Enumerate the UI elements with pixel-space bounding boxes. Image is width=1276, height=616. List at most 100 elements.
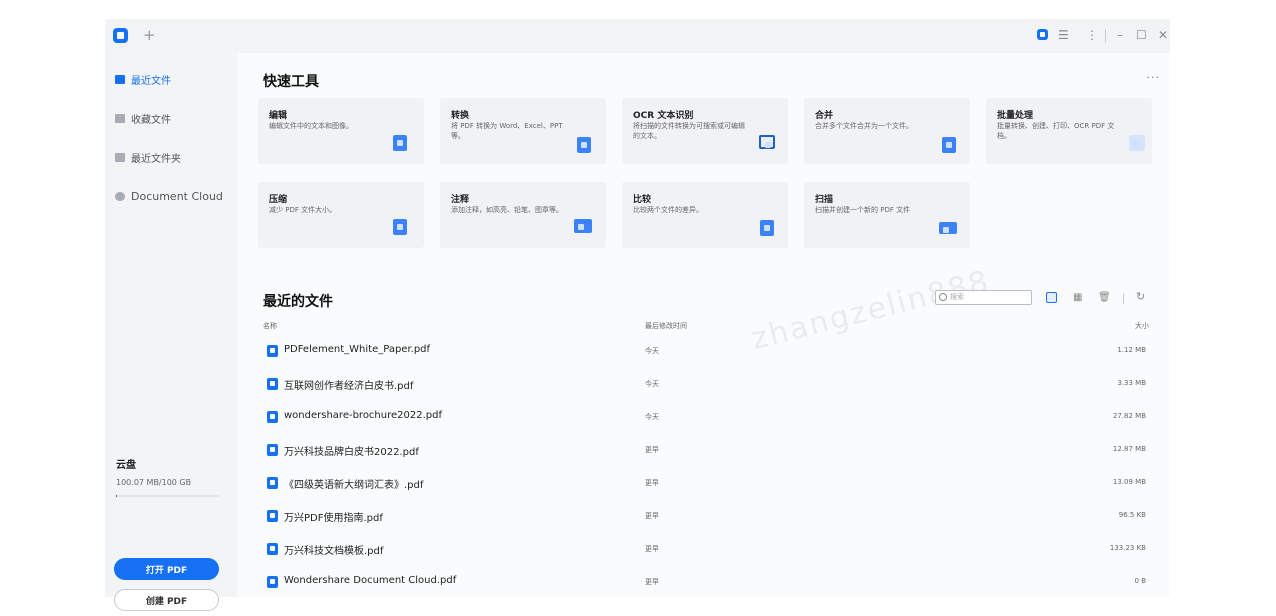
file-date: 更早 [645,578,659,586]
tool-card-title: 合并 [815,111,834,121]
tool-card-desc: 将扫描的文件转换为可搜索或可编辑的文本。 [633,122,745,140]
sidebar-item-label: Document Cloud [131,189,223,203]
table-row[interactable]: 万兴PDF使用指南.pdf 更早 96.5 KB [263,499,1151,532]
more-vertical-icon[interactable]: ⋮ [1086,28,1098,42]
pdf-file-icon [267,576,278,588]
file-date: 更早 [645,512,659,520]
cloud-storage-title: 云盘 [116,460,136,471]
search-input[interactable]: 搜索 [935,290,1032,305]
cloud-icon [115,191,125,201]
title-bar: + ☰ ⋮ – ☐ ✕ [105,19,1170,53]
tool-card-compress[interactable]: 压缩 减少 PDF 文件大小。 [258,182,424,248]
table-row[interactable]: wondershare-brochure2022.pdf 今天 27.82 MB [263,400,1151,433]
file-size: 13.09 MB [1112,478,1146,486]
feedback-icon[interactable]: ☰ [1058,28,1069,42]
file-date: 今天 [645,347,659,355]
tool-card-title: OCR 文本识别 [633,111,694,121]
tool-card-title: 比较 [633,195,652,205]
cloud-storage-bar-fill [116,495,118,497]
recent-files-icon [115,74,125,84]
sidebar-item-document-cloud[interactable]: Document Cloud [105,181,237,211]
file-size: 3.33 MB [1117,379,1146,387]
tool-card-compare[interactable]: 比较 比较两个文件的差异。 [622,182,788,248]
table-row[interactable]: 万兴科技品牌白皮书2022.pdf 更早 12.87 MB [263,433,1151,466]
search-placeholder: 搜索 [950,293,964,301]
file-date: 更早 [645,545,659,553]
file-size: 27.82 MB [1112,412,1146,420]
tool-card-desc: 将 PDF 转换为 Word、Excel、PPT等。 [451,122,563,140]
table-row[interactable]: 《四级英语新大纲词汇表》.pdf 更早 13.09 MB [263,466,1151,499]
file-size: 133.23 KB [1109,544,1146,552]
file-name: 万兴科技文档模板.pdf [284,546,384,557]
star-icon [115,113,125,123]
sidebar: 最近文件 收藏文件 最近文件夹 Document Cloud 云盘 100.07… [105,53,237,611]
table-row[interactable]: PDFelement_White_Paper.pdf 今天 1.12 MB [263,334,1151,367]
tool-card-title: 扫描 [815,195,834,205]
close-icon[interactable]: ✕ [1158,28,1168,42]
edit-icon [393,135,407,151]
tool-card-title: 注释 [451,195,470,205]
file-size: 12.87 MB [1112,445,1146,453]
pdf-file-icon [267,345,278,357]
column-header-name[interactable]: 名称 [263,321,277,331]
file-size: 0 B [1134,577,1146,585]
tool-card-convert[interactable]: 转换 将 PDF 转换为 Word、Excel、PPT等。 [440,98,606,164]
file-name: wondershare-brochure2022.pdf [284,410,442,421]
pdf-file-icon [267,444,278,456]
pdf-file-icon [267,378,278,390]
account-logo-icon[interactable] [1037,29,1048,40]
open-pdf-button[interactable]: 打开 PDF [114,558,219,580]
refresh-icon[interactable]: ↻ [1136,291,1145,303]
sidebar-item-label: 最近文件夹 [131,153,181,165]
sidebar-item-label: 收藏文件 [131,114,171,126]
tool-card-scan[interactable]: 扫描 扫描并创建一个新的 PDF 文件 [804,182,970,248]
file-date: 更早 [645,479,659,487]
table-row[interactable]: Wondershare Document Cloud.pdf 更早 0 B [263,565,1151,598]
main-panel: zhangzelin888 快速工具 ··· 编辑 编辑文件中的文本和图像。 转… [237,53,1170,597]
file-name: 万兴PDF使用指南.pdf [284,513,383,524]
tool-card-title: 批量处理 [997,111,1034,121]
title-divider [1105,29,1106,42]
tool-card-edit[interactable]: 编辑 编辑文件中的文本和图像。 [258,98,424,164]
column-header-date[interactable]: 最后修改时间 [645,321,687,331]
tool-card-ocr[interactable]: OCR 文本识别 将扫描的文件转换为可搜索或可编辑的文本。 [622,98,788,164]
sidebar-item-favorites[interactable]: 收藏文件 [105,103,237,133]
column-header-size[interactable]: 大小 [1135,321,1149,331]
tool-card-desc: 减少 PDF 文件大小。 [269,206,337,214]
create-pdf-button[interactable]: 创建 PDF [114,589,219,611]
compare-icon [760,220,774,236]
tool-card-desc: 比较两个文件的差异。 [633,206,703,214]
pdf-file-icon [267,477,278,489]
tool-card-desc: 合并多个文件合并为一个文件。 [815,122,913,130]
tool-card-batch[interactable]: 批量处理 批量转换、创建、打印、OCR PDF 文档。 [986,98,1152,164]
file-name: PDFelement_White_Paper.pdf [284,344,431,355]
file-size: 96.5 KB [1118,511,1146,519]
grid-view-icon[interactable]: ▦ [1073,293,1082,303]
ocr-icon [759,135,775,149]
file-date: 今天 [645,380,659,388]
comment-icon [574,219,592,233]
merge-icon [942,137,956,153]
more-options-button[interactable]: ··· [1147,71,1161,84]
toolbar-divider [1123,293,1124,304]
table-row[interactable]: 互联网创作者经济白皮书.pdf 今天 3.33 MB [263,367,1151,400]
scan-icon [939,222,957,234]
pdf-file-icon [267,510,278,522]
new-tab-button[interactable]: + [143,26,156,44]
quick-tools-title: 快速工具 [263,74,319,90]
app-logo-icon[interactable] [113,28,128,43]
minimize-icon[interactable]: – [1117,28,1123,42]
tool-card-comment[interactable]: 注释 添加注释，如高亮、铅笔、图章等。 [440,182,606,248]
list-view-icon[interactable] [1046,292,1057,303]
maximize-icon[interactable]: ☐ [1136,28,1147,42]
tool-card-desc: 编辑文件中的文本和图像。 [269,122,353,130]
recent-files-title: 最近的文件 [263,294,333,310]
trash-icon[interactable]: 🗑 [1098,292,1111,303]
sidebar-item-recent-folders[interactable]: 最近文件夹 [105,142,237,172]
file-date: 今天 [645,413,659,421]
tool-card-merge[interactable]: 合并 合并多个文件合并为一个文件。 [804,98,970,164]
table-row[interactable]: 万兴科技文档模板.pdf 更早 133.23 KB [263,532,1151,565]
convert-icon [577,137,591,153]
sidebar-item-recent-files[interactable]: 最近文件 [105,64,237,94]
tool-card-title: 转换 [451,111,470,121]
